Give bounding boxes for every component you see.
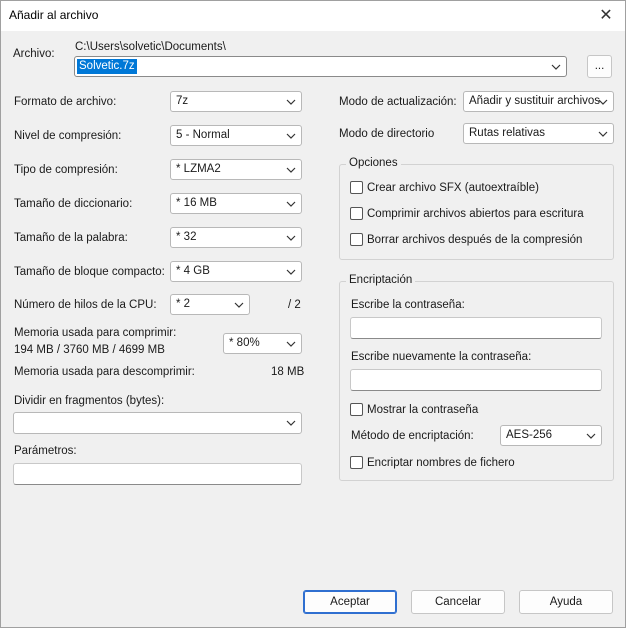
format-value: 7z (176, 95, 189, 107)
chevron-down-icon (586, 433, 596, 439)
chevron-down-icon (286, 167, 296, 173)
method-combo[interactable]: * LZMA2 (170, 159, 302, 180)
archive-name-combo[interactable]: Solvetic.7z (74, 56, 567, 77)
encryption-method-label: Método de encriptación: (351, 430, 474, 442)
cancel-button[interactable]: Cancelar (411, 590, 505, 614)
archive-folder-path: C:\Users\solvetic\Documents\ (75, 41, 226, 53)
memory-usage-value: * 80% (229, 337, 260, 349)
update-mode-value: Añadir y sustituir archivos (469, 95, 601, 107)
options-group: Opciones Crear archivo SFX (autoextraíbl… (339, 157, 614, 260)
dictionary-label: Tamaño de diccionario: (14, 198, 133, 210)
delete-after-option[interactable]: Borrar archivos después de la compresión (350, 233, 582, 246)
shared-files-checkbox[interactable] (350, 207, 363, 220)
archive-label: Archivo: (13, 48, 55, 60)
show-password-label: Mostrar la contraseña (367, 403, 479, 416)
threads-max: / 2 (288, 299, 301, 311)
close-icon[interactable]: ✕ (595, 5, 617, 27)
chevron-down-icon (286, 133, 296, 139)
show-password-option[interactable]: Mostrar la contraseña (350, 403, 478, 416)
chevron-down-icon (286, 99, 296, 105)
path-mode-combo[interactable]: Rutas relativas (463, 123, 614, 144)
threads-value: * 2 (176, 298, 191, 310)
parameters-label: Parámetros: (14, 445, 77, 457)
path-mode-value: Rutas relativas (469, 127, 546, 139)
password-label: Escribe la contraseña: (351, 299, 465, 311)
sfx-checkbox[interactable] (350, 181, 363, 194)
solid-block-label: Tamaño de bloque compacto: (14, 266, 165, 278)
encrypt-names-option[interactable]: Encriptar nombres de fichero (350, 456, 515, 469)
method-value: * LZMA2 (176, 163, 221, 175)
memory-compress-values: 194 MB / 3760 MB / 4699 MB (14, 344, 165, 356)
show-password-checkbox[interactable] (350, 403, 363, 416)
sfx-option[interactable]: Crear archivo SFX (autoextraíble) (350, 181, 539, 194)
shared-files-label: Comprimir archivos abiertos para escritu… (367, 207, 584, 220)
password-confirm-label: Escribe nuevamente la contraseña: (351, 351, 532, 363)
password-confirm-input[interactable] (350, 369, 602, 391)
word-size-combo[interactable]: * 32 (170, 227, 302, 248)
help-button[interactable]: Ayuda (519, 590, 613, 614)
archive-name-value: Solvetic.7z (77, 59, 137, 74)
options-title: Opciones (346, 157, 401, 169)
dictionary-value: * 16 MB (176, 197, 217, 209)
encryption-title: Encriptación (346, 274, 416, 286)
memory-usage-combo[interactable]: * 80% (223, 333, 302, 354)
chevron-down-icon (286, 269, 296, 275)
word-size-label: Tamaño de la palabra: (14, 232, 128, 244)
dictionary-combo[interactable]: * 16 MB (170, 193, 302, 214)
update-mode-label: Modo de actualización: (339, 96, 457, 108)
level-label: Nivel de compresión: (14, 130, 122, 142)
password-input[interactable] (350, 317, 602, 339)
threads-combo[interactable]: * 2 (170, 294, 250, 315)
chevron-down-icon (234, 302, 244, 308)
encryption-method-combo[interactable]: AES-256 (500, 425, 602, 446)
level-combo[interactable]: 5 - Normal (170, 125, 302, 146)
delete-after-checkbox[interactable] (350, 233, 363, 246)
encryption-method-value: AES-256 (506, 429, 553, 441)
memory-decompress-label: Memoria usada para descomprimir: (14, 366, 195, 378)
threads-label: Número de hilos de la CPU: (14, 299, 157, 311)
method-label: Tipo de compresión: (14, 164, 118, 176)
level-value: 5 - Normal (176, 129, 230, 141)
encryption-group: Encriptación Escribe la contraseña: Escr… (339, 274, 614, 481)
chevron-down-icon (286, 420, 296, 426)
parameters-input[interactable] (13, 463, 302, 485)
memory-compress-label: Memoria usada para comprimir: (14, 327, 177, 339)
chevron-down-icon (286, 235, 296, 241)
chevron-down-icon (286, 341, 296, 347)
format-combo[interactable]: 7z (170, 91, 302, 112)
path-mode-label: Modo de directorio (339, 128, 435, 140)
split-label: Dividir en fragmentos (bytes): (14, 395, 165, 407)
ok-button[interactable]: Aceptar (303, 590, 397, 614)
solid-block-value: * 4 GB (176, 265, 210, 277)
chevron-down-icon (598, 99, 608, 105)
encrypt-names-checkbox[interactable] (350, 456, 363, 469)
word-size-value: * 32 (176, 231, 197, 243)
solid-block-combo[interactable]: * 4 GB (170, 261, 302, 282)
browse-button[interactable]: ... (587, 55, 612, 78)
encrypt-names-label: Encriptar nombres de fichero (367, 456, 515, 469)
chevron-down-icon (286, 201, 296, 207)
chevron-down-icon (598, 131, 608, 137)
delete-after-label: Borrar archivos después de la compresión (367, 233, 583, 246)
chevron-down-icon (551, 64, 561, 70)
update-mode-combo[interactable]: Añadir y sustituir archivos (463, 91, 614, 112)
format-label: Formato de archivo: (14, 96, 117, 108)
sfx-label: Crear archivo SFX (autoextraíble) (367, 181, 539, 194)
window-title: Añadir al archivo (9, 8, 99, 22)
shared-files-option[interactable]: Comprimir archivos abiertos para escritu… (350, 207, 584, 220)
memory-decompress-value: 18 MB (271, 366, 305, 378)
split-combo[interactable] (13, 412, 302, 434)
add-to-archive-dialog: Añadir al archivo ✕ Archivo: C:\Users\so… (0, 0, 626, 628)
title-bar: Añadir al archivo ✕ (1, 1, 625, 31)
